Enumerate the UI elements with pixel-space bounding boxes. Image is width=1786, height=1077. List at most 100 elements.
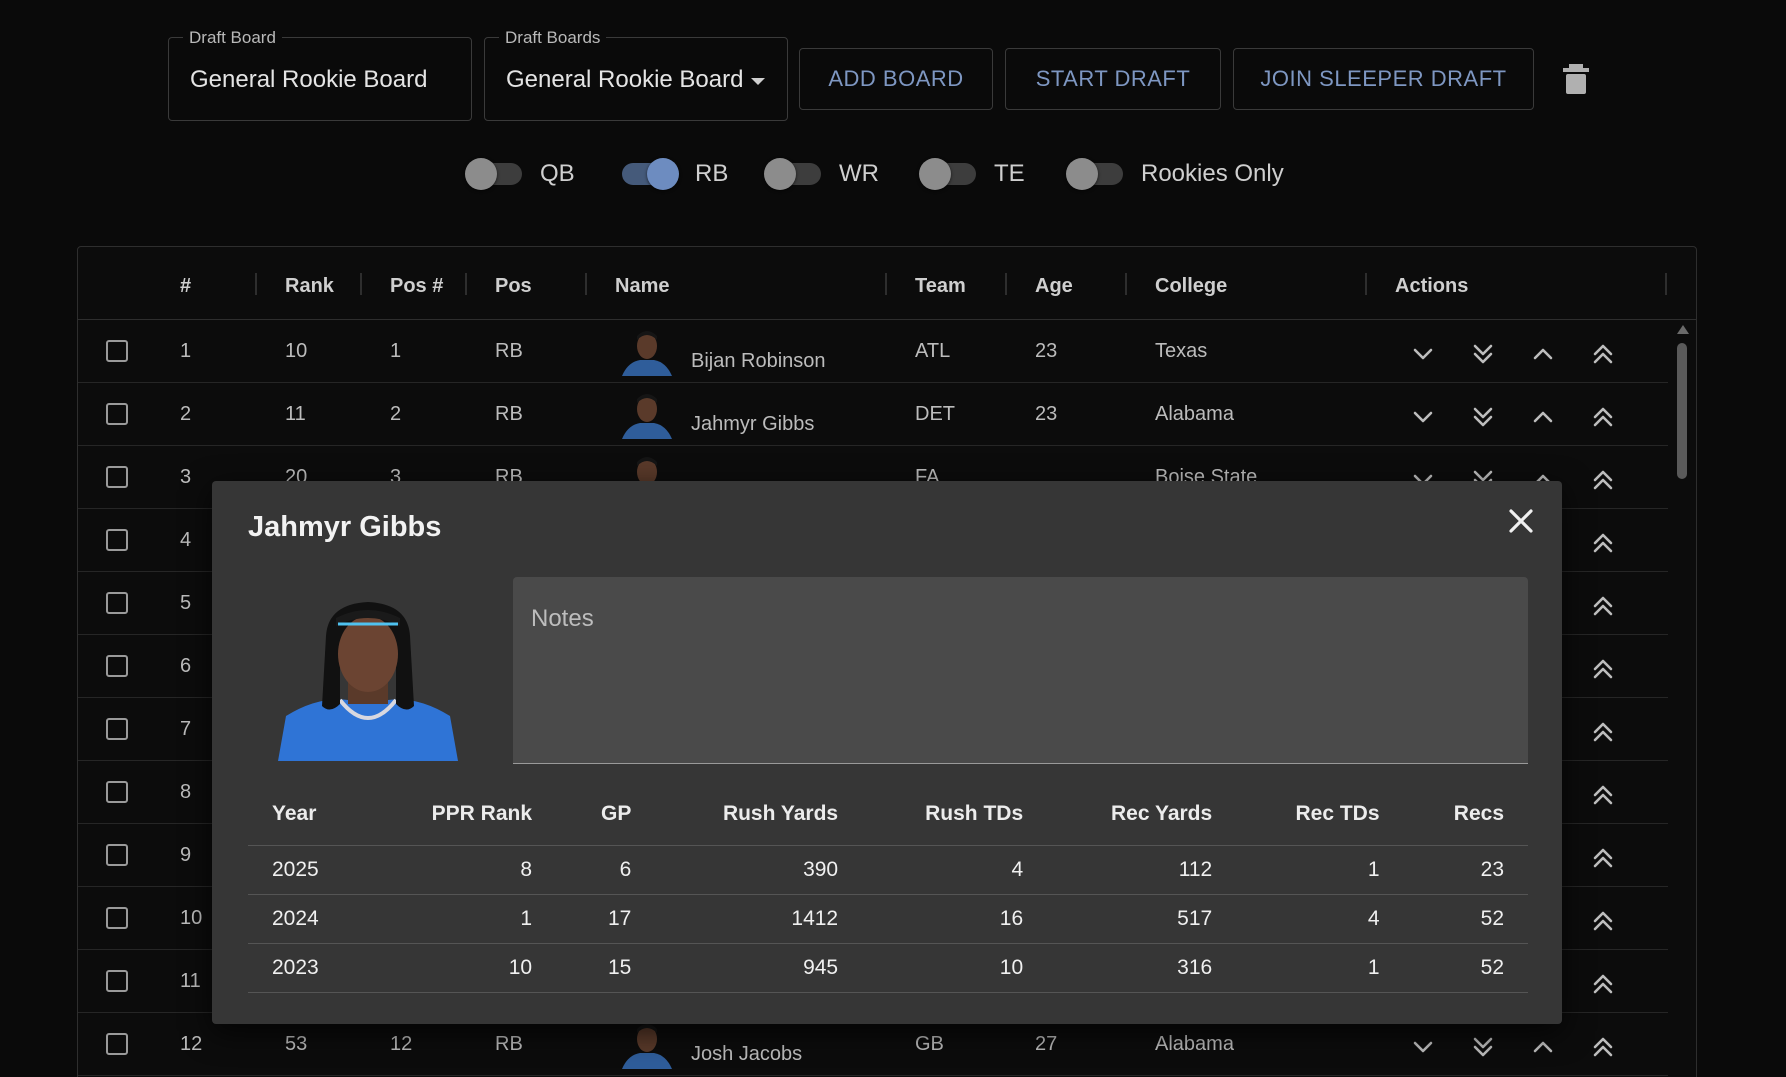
- row-player-name[interactable]: Josh Jacobs: [691, 1043, 802, 1066]
- toggle-rb-switch[interactable]: [622, 158, 679, 190]
- stats-cell: 1412: [655, 894, 863, 944]
- row-rank: 53: [285, 1033, 308, 1055]
- col-header-age[interactable]: Age: [1035, 275, 1073, 298]
- move-to-top-icon[interactable]: [1589, 718, 1617, 746]
- row-pos-number: 2: [390, 403, 402, 425]
- move-to-bottom-icon[interactable]: [1469, 1033, 1497, 1061]
- row-checkbox[interactable]: [106, 340, 128, 362]
- move-to-top-icon[interactable]: [1589, 466, 1617, 494]
- notes-input[interactable]: [513, 637, 1528, 757]
- toggle-qb-switch[interactable]: [465, 158, 522, 190]
- row-checkbox[interactable]: [106, 1033, 128, 1055]
- stats-cell: 10: [368, 943, 557, 993]
- row-pos-number: 12: [390, 1033, 413, 1055]
- stats-col-header: PPR Rank: [368, 783, 557, 846]
- row-checkbox[interactable]: [106, 781, 128, 803]
- row-age: 23: [1035, 340, 1058, 362]
- player-avatar: [622, 394, 672, 439]
- stats-cell: 4: [1236, 894, 1404, 944]
- notes-field[interactable]: Notes: [513, 577, 1528, 764]
- col-header-number[interactable]: #: [180, 275, 191, 298]
- row-checkbox[interactable]: [106, 592, 128, 614]
- col-header-pos[interactable]: Pos: [495, 275, 532, 298]
- dropdown-caret-icon[interactable]: [751, 78, 765, 85]
- row-player-name[interactable]: Jahmyr Gibbs: [691, 413, 814, 436]
- toggle-te[interactable]: TE: [919, 158, 1025, 190]
- toggle-qb[interactable]: QB: [465, 158, 575, 190]
- scrollbar-thumb[interactable]: [1677, 343, 1687, 479]
- stats-cell: 316: [1047, 943, 1237, 993]
- toggle-rb[interactable]: RB: [622, 158, 728, 190]
- join-sleeper-draft-button[interactable]: JOIN SLEEPER DRAFT: [1233, 48, 1534, 110]
- toggle-te-switch[interactable]: [919, 158, 976, 190]
- col-header-rank[interactable]: Rank: [285, 275, 334, 298]
- stats-col-header: Recs: [1403, 783, 1528, 846]
- close-icon[interactable]: [1507, 507, 1535, 535]
- player-modal: Jahmyr Gibbs Notes Year PPR Rank GP Rush Ya…: [212, 481, 1562, 1024]
- stats-cell: 2025: [248, 845, 369, 895]
- draft-board-value[interactable]: General Rookie Board: [190, 66, 427, 94]
- move-to-top-icon[interactable]: [1589, 1033, 1617, 1061]
- stats-cell: 23: [1403, 845, 1528, 895]
- col-header-pos-number[interactable]: Pos #: [390, 275, 443, 298]
- stats-col-header: Rush Yards: [655, 783, 863, 846]
- trash-icon[interactable]: [1563, 64, 1589, 94]
- start-draft-button[interactable]: START DRAFT: [1005, 48, 1221, 110]
- move-up-icon[interactable]: [1529, 340, 1557, 368]
- col-header-team[interactable]: Team: [915, 275, 966, 298]
- toggle-wr-switch[interactable]: [764, 158, 821, 190]
- toggle-rookies-only[interactable]: Rookies Only: [1066, 158, 1284, 190]
- move-to-top-icon[interactable]: [1589, 907, 1617, 935]
- move-down-icon[interactable]: [1409, 403, 1437, 431]
- move-to-top-icon[interactable]: [1589, 781, 1617, 809]
- move-to-top-icon[interactable]: [1589, 592, 1617, 620]
- row-number: 7: [180, 718, 192, 740]
- row-checkbox[interactable]: [106, 403, 128, 425]
- move-up-icon[interactable]: [1529, 403, 1557, 431]
- toggle-rookies-only-switch[interactable]: [1066, 158, 1123, 190]
- stats-cell: 16: [862, 894, 1048, 944]
- row-checkbox[interactable]: [106, 466, 128, 488]
- move-down-icon[interactable]: [1409, 340, 1437, 368]
- move-to-top-icon[interactable]: [1589, 655, 1617, 683]
- row-checkbox[interactable]: [106, 655, 128, 677]
- row-checkbox[interactable]: [106, 844, 128, 866]
- move-to-top-icon[interactable]: [1589, 529, 1617, 557]
- move-to-top-icon[interactable]: [1589, 970, 1617, 998]
- stats-row: 2025 8 6 390 4 112 1 23: [248, 845, 1528, 895]
- row-checkbox[interactable]: [106, 718, 128, 740]
- row-number: 6: [180, 655, 192, 677]
- table-scrollbar[interactable]: [1676, 325, 1689, 1077]
- row-checkbox[interactable]: [106, 907, 128, 929]
- move-to-top-icon[interactable]: [1589, 340, 1617, 368]
- stats-cell: 17: [556, 894, 656, 944]
- move-to-bottom-icon[interactable]: [1469, 340, 1497, 368]
- table-row: 1 10 1 RB ATL 23 Texas Bijan Robinson: [78, 320, 1668, 383]
- move-down-icon[interactable]: [1409, 1033, 1437, 1061]
- row-checkbox[interactable]: [106, 529, 128, 551]
- row-rank: 11: [285, 403, 306, 425]
- toggle-te-label: TE: [994, 160, 1025, 187]
- move-to-top-icon[interactable]: [1589, 403, 1617, 431]
- draft-boards-selected[interactable]: General Rookie Board: [506, 66, 743, 94]
- stats-cell: 52: [1403, 943, 1528, 993]
- row-player-name[interactable]: Bijan Robinson: [691, 350, 826, 373]
- stats-row: 2024 1 17 1412 16 517 4 52: [248, 894, 1528, 944]
- row-team: DET: [915, 403, 955, 425]
- row-college: Alabama: [1155, 403, 1234, 425]
- draft-board-name-field[interactable]: Draft Board General Rookie Board: [168, 28, 472, 121]
- add-board-button[interactable]: ADD BOARD: [799, 48, 993, 110]
- col-header-name[interactable]: Name: [615, 275, 669, 298]
- toggle-wr[interactable]: WR: [764, 158, 879, 190]
- row-checkbox[interactable]: [106, 970, 128, 992]
- stats-cell: 15: [556, 943, 656, 993]
- scroll-up-icon[interactable]: [1677, 325, 1689, 334]
- stats-col-header: Rush TDs: [862, 783, 1048, 846]
- draft-boards-select[interactable]: Draft Boards General Rookie Board: [484, 28, 788, 121]
- row-pos: RB: [495, 403, 523, 425]
- move-to-bottom-icon[interactable]: [1469, 403, 1497, 431]
- toggle-rb-label: RB: [695, 160, 729, 187]
- col-header-college[interactable]: College: [1155, 275, 1227, 298]
- move-up-icon[interactable]: [1529, 1033, 1557, 1061]
- move-to-top-icon[interactable]: [1589, 844, 1617, 872]
